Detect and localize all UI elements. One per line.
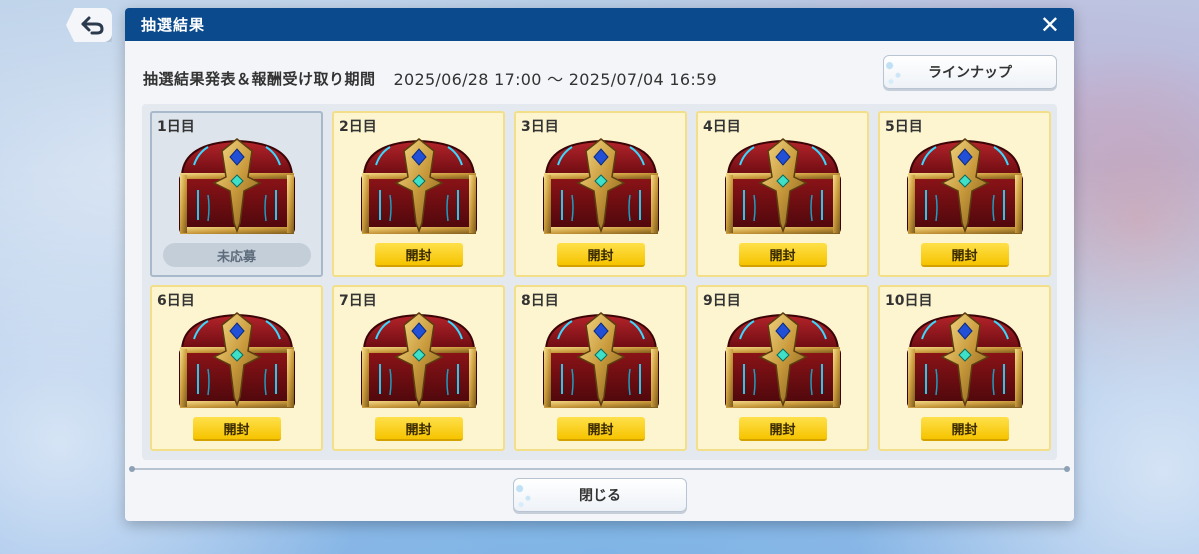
treasure-chest-icon [542, 138, 659, 234]
open-button[interactable]: 開封 [374, 417, 463, 441]
open-button[interactable]: 開封 [738, 417, 827, 441]
treasure-chest-icon [906, 138, 1023, 234]
day-label: 9日目 [703, 293, 741, 309]
day-grid: 1日目 未応募 2日目 開封 3日目 開封 4日目 開封 5日目 開封 6日目 … [142, 104, 1057, 460]
open-button[interactable]: 開封 [556, 417, 645, 441]
open-button[interactable]: 開封 [556, 243, 645, 267]
open-button[interactable]: 開封 [374, 243, 463, 267]
day-label: 5日目 [885, 119, 923, 135]
dialog-title: 抽選結果 [141, 16, 206, 34]
close-button[interactable]: 閉じる [513, 478, 687, 512]
treasure-chest-icon [178, 312, 295, 408]
day-cell: 3日目 開封 [514, 111, 687, 277]
treasure-chest-icon [178, 138, 295, 234]
open-button[interactable]: 開封 [920, 243, 1009, 267]
day-cell: 1日目 未応募 [150, 111, 323, 277]
open-button[interactable]: 開封 [738, 243, 827, 267]
period-label: 抽選結果発表＆報酬受け取り期間 [143, 69, 376, 88]
back-arrow-icon [81, 16, 104, 35]
divider [129, 466, 1070, 472]
lineup-button[interactable]: ラインナップ [883, 55, 1057, 89]
treasure-chest-icon [724, 312, 841, 408]
day-label: 6日目 [157, 293, 195, 309]
treasure-chest-icon [724, 138, 841, 234]
treasure-chest-icon [542, 312, 659, 408]
close-icon[interactable]: ✕ [1040, 13, 1060, 37]
day-cell: 5日目 開封 [878, 111, 1051, 277]
not-applied-badge: 未応募 [162, 243, 311, 267]
lineup-button-label: ラインナップ [928, 65, 1012, 81]
treasure-chest-icon [360, 312, 477, 408]
open-button[interactable]: 開封 [192, 417, 281, 441]
period-value: 2025/06/28 17:00 〜 2025/07/04 16:59 [393, 70, 718, 89]
close-button-label: 閉じる [579, 488, 621, 504]
treasure-chest-icon [360, 138, 477, 234]
day-cell: 6日目 開封 [150, 285, 323, 451]
day-cell: 4日目 開封 [696, 111, 869, 277]
day-label: 10日目 [885, 293, 933, 309]
day-cell: 7日目 開封 [332, 285, 505, 451]
day-label: 3日目 [521, 119, 559, 135]
treasure-chest-icon [906, 312, 1023, 408]
open-button[interactable]: 開封 [920, 417, 1009, 441]
day-cell: 10日目 開封 [878, 285, 1051, 451]
day-cell: 8日目 開封 [514, 285, 687, 451]
day-label: 7日目 [339, 293, 377, 309]
button-decoration [884, 56, 912, 88]
dialog-header: 抽選結果 ✕ [125, 8, 1074, 41]
day-cell: 2日目 開封 [332, 111, 505, 277]
day-label: 2日目 [339, 119, 377, 135]
button-decoration [514, 479, 542, 511]
day-cell: 9日目 開封 [696, 285, 869, 451]
back-button[interactable] [66, 8, 112, 42]
day-label: 1日目 [157, 119, 195, 135]
day-label: 4日目 [703, 119, 741, 135]
day-label: 8日目 [521, 293, 559, 309]
lottery-result-dialog: 抽選結果 ✕ 抽選結果発表＆報酬受け取り期間 2025/06/28 17:00 … [125, 8, 1074, 521]
